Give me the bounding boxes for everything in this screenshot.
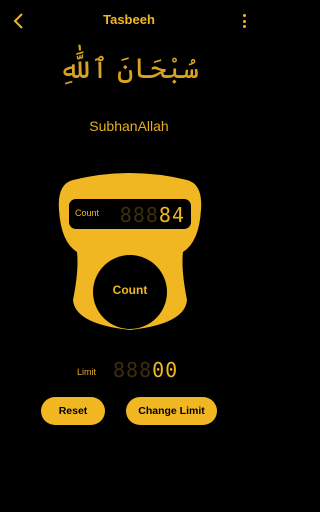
tasbeeh-counter: Count 88884 Count (55, 170, 205, 340)
count-button[interactable]: Count (93, 255, 167, 329)
limit-label: Limit (77, 367, 97, 377)
arabic-text: سُبْحَانَ ٱللَّٰهِ (58, 52, 200, 85)
limit-digits: 88800 (113, 358, 179, 382)
count-display: Count 88884 (69, 199, 191, 229)
reset-button[interactable]: Reset (41, 397, 105, 425)
count-digits: 88884 (119, 203, 185, 227)
count-button-label: Count (112, 283, 148, 297)
more-vertical-icon[interactable] (238, 13, 250, 31)
change-limit-button[interactable]: Change Limit (126, 397, 217, 425)
count-value: 84 (158, 203, 185, 227)
limit-value: 00 (152, 358, 179, 382)
transliteration-text: SubhanAllah (89, 118, 169, 134)
count-label: Count (75, 208, 100, 218)
page-title: Tasbeeh (103, 12, 155, 27)
app-bar: Tasbeeh (0, 0, 258, 42)
